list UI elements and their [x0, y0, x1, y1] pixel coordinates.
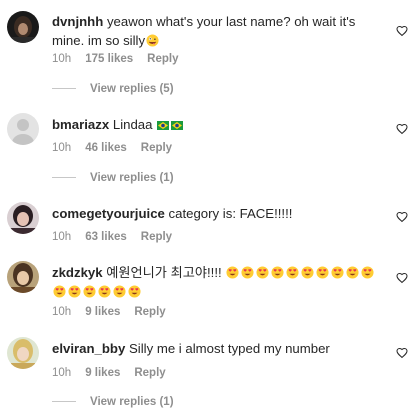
comment-body: comegetyourjuice category is: FACE!!!!!: [52, 204, 384, 223]
avatar[interactable]: [7, 337, 39, 369]
comment-meta: 10h 63 likes Reply: [52, 231, 186, 243]
brazil-flag-icon: [157, 121, 170, 130]
brazil-flag-icon: [171, 121, 184, 130]
divider-line: [52, 177, 76, 179]
heart-eyes-face-icon: [98, 285, 111, 298]
view-replies-label: View replies (5): [90, 83, 174, 95]
comment-username[interactable]: elviran_bby: [52, 341, 125, 356]
comments-list: dvnjnhh yeawon what's your last name? oh…: [0, 0, 418, 413]
view-replies-label: View replies (1): [90, 396, 174, 408]
heart-eyes-face-icon: [83, 285, 96, 298]
divider-line: [52, 401, 76, 403]
heart-eyes-face-icon: [241, 266, 254, 279]
comment-body: bmariazx Lindaa: [52, 115, 384, 134]
comment-text: category is: FACE!!!!!: [168, 206, 293, 221]
comment-time: 10h: [52, 367, 72, 379]
avatar[interactable]: [7, 202, 39, 234]
heart-icon[interactable]: [396, 211, 408, 223]
comment-body: elviran_bby Silly me i almost typed my n…: [52, 339, 384, 358]
comment-likes[interactable]: 63 likes: [85, 231, 127, 243]
reply-button[interactable]: Reply: [134, 367, 165, 379]
reply-button[interactable]: Reply: [141, 231, 172, 243]
comment-text: 예원언니가 최고야!!!!: [106, 265, 222, 280]
avatar[interactable]: [7, 11, 39, 43]
heart-icon[interactable]: [396, 347, 408, 359]
view-replies-button[interactable]: View replies (5): [52, 83, 174, 95]
comment-likes[interactable]: 9 likes: [85, 306, 120, 318]
heart-icon[interactable]: [396, 25, 408, 37]
comment-likes[interactable]: 9 likes: [85, 367, 120, 379]
comment-time: 10h: [52, 231, 72, 243]
avatar[interactable]: [7, 261, 39, 293]
comment-likes[interactable]: 175 likes: [85, 53, 133, 65]
comment-username[interactable]: bmariazx: [52, 117, 109, 132]
reply-button[interactable]: Reply: [147, 53, 178, 65]
comment-username[interactable]: zkdzkyk: [52, 265, 103, 280]
view-replies-label: View replies (1): [90, 172, 174, 184]
zany-face-icon: [146, 34, 159, 47]
comment-meta: 10h 9 likes Reply: [52, 367, 180, 379]
reply-button[interactable]: Reply: [134, 306, 165, 318]
heart-eyes-face-icon: [331, 266, 344, 279]
heart-eyes-face-icon: [316, 266, 329, 279]
heart-eyes-face-icon: [361, 266, 374, 279]
heart-icon[interactable]: [396, 272, 408, 284]
comment-text: Silly me i almost typed my number: [128, 341, 330, 356]
comment-text: Lindaa: [112, 117, 153, 132]
heart-eyes-face-icon: [256, 266, 269, 279]
heart-eyes-face-icon: [128, 285, 141, 298]
comment-meta: 10h 9 likes Reply: [52, 306, 180, 318]
comment-username[interactable]: dvnjnhh: [52, 14, 103, 29]
view-replies-button[interactable]: View replies (1): [52, 396, 174, 408]
heart-eyes-face-icon: [53, 285, 66, 298]
heart-eyes-face-icon: [226, 266, 239, 279]
comment-likes[interactable]: 46 likes: [85, 142, 127, 154]
comment-meta: 10h 175 likes Reply: [52, 53, 192, 65]
heart-eyes-face-icon: [286, 266, 299, 279]
comment-time: 10h: [52, 306, 72, 318]
heart-eyes-face-icon: [271, 266, 284, 279]
heart-eyes-face-icon: [301, 266, 314, 279]
avatar[interactable]: [7, 113, 39, 145]
heart-eyes-face-icon: [68, 285, 81, 298]
comment-time: 10h: [52, 53, 72, 65]
divider-line: [52, 88, 76, 90]
view-replies-button[interactable]: View replies (1): [52, 172, 174, 184]
heart-eyes-face-icon: [346, 266, 359, 279]
heart-icon[interactable]: [396, 123, 408, 135]
comment-time: 10h: [52, 142, 72, 154]
comment-username[interactable]: comegetyourjuice: [52, 206, 165, 221]
reply-button[interactable]: Reply: [141, 142, 172, 154]
comment-body: zkdzkyk 예원언니가 최고야!!!!: [52, 263, 384, 301]
heart-eyes-face-icon: [113, 285, 126, 298]
comment-body: dvnjnhh yeawon what's your last name? oh…: [52, 12, 384, 50]
comment-meta: 10h 46 likes Reply: [52, 142, 186, 154]
